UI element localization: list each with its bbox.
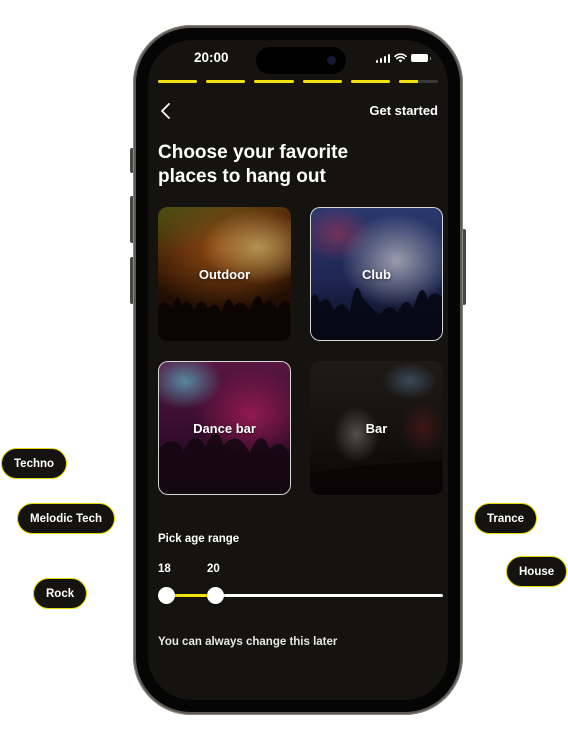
progress-segment bbox=[302, 80, 342, 83]
place-label: Bar bbox=[365, 420, 388, 436]
place-label: Outdoor bbox=[198, 266, 251, 282]
battery-icon bbox=[411, 54, 431, 62]
phone-frame: 20:00 Get started Choose your favorite p… bbox=[133, 25, 463, 715]
dynamic-island bbox=[256, 47, 346, 74]
progress-segment bbox=[254, 80, 294, 83]
crowd-silhouette bbox=[310, 288, 443, 341]
page-title: Choose your favorite places to hang out bbox=[158, 142, 349, 187]
status-time: 20:00 bbox=[194, 50, 229, 65]
status-icons bbox=[375, 53, 431, 63]
genre-chip-techno[interactable]: Techno bbox=[1, 448, 68, 479]
age-range-slider[interactable] bbox=[158, 585, 443, 605]
genre-chip-trance[interactable]: Trance bbox=[474, 503, 538, 534]
chip-label: Rock bbox=[46, 587, 75, 600]
genre-chip-house[interactable]: House bbox=[506, 556, 568, 587]
club-image bbox=[310, 207, 443, 341]
chip-label: Melodic Tech bbox=[30, 512, 102, 525]
genre-chip-rock[interactable]: Rock bbox=[33, 578, 88, 609]
age-max-value: 20 bbox=[207, 563, 220, 575]
place-label: Club bbox=[362, 266, 391, 282]
progress-segment-fill bbox=[302, 80, 342, 83]
progress-segment bbox=[398, 80, 439, 83]
progress-segment-fill bbox=[254, 80, 294, 83]
get-started-button[interactable]: Get started bbox=[369, 103, 438, 118]
place-label: Dance bar bbox=[193, 420, 256, 436]
camera-icon bbox=[327, 56, 336, 65]
chip-label: House bbox=[519, 565, 555, 578]
place-card-dance-bar[interactable]: Dance bar bbox=[158, 361, 291, 495]
chip-label: Techno bbox=[14, 457, 55, 470]
place-card-bar[interactable]: Bar bbox=[310, 361, 443, 495]
progress-segment bbox=[158, 80, 198, 83]
age-min-value: 18 bbox=[158, 563, 171, 575]
slider-thumb-min[interactable] bbox=[158, 587, 175, 604]
progress-segment bbox=[206, 80, 246, 83]
progress-segment-fill bbox=[350, 80, 390, 83]
progress-segment-fill bbox=[398, 80, 419, 83]
chevron-left-icon bbox=[161, 103, 170, 119]
hint-text: You can always change this later bbox=[158, 636, 338, 648]
places-grid: Outdoor Club Dance bar Bar bbox=[158, 207, 443, 495]
place-card-club[interactable]: Club bbox=[310, 207, 443, 341]
age-range-label: Pick age range bbox=[158, 533, 240, 545]
chip-label: Trance bbox=[487, 512, 525, 525]
progress-segment-fill bbox=[158, 80, 198, 83]
onboarding-progress bbox=[158, 80, 439, 83]
app-screen: 20:00 Get started Choose your favorite p… bbox=[148, 40, 448, 700]
progress-segment-fill bbox=[206, 80, 246, 83]
back-button[interactable] bbox=[158, 102, 176, 120]
wifi-icon bbox=[394, 53, 407, 63]
place-card-outdoor[interactable]: Outdoor bbox=[158, 207, 291, 341]
crowd-silhouette bbox=[158, 433, 291, 495]
slider-thumb-max[interactable] bbox=[207, 587, 224, 604]
signal-icon bbox=[375, 53, 390, 63]
genre-chip-melodic-tech[interactable]: Melodic Tech bbox=[17, 503, 115, 534]
dance-bar-image bbox=[158, 361, 291, 495]
progress-segment bbox=[350, 80, 390, 83]
